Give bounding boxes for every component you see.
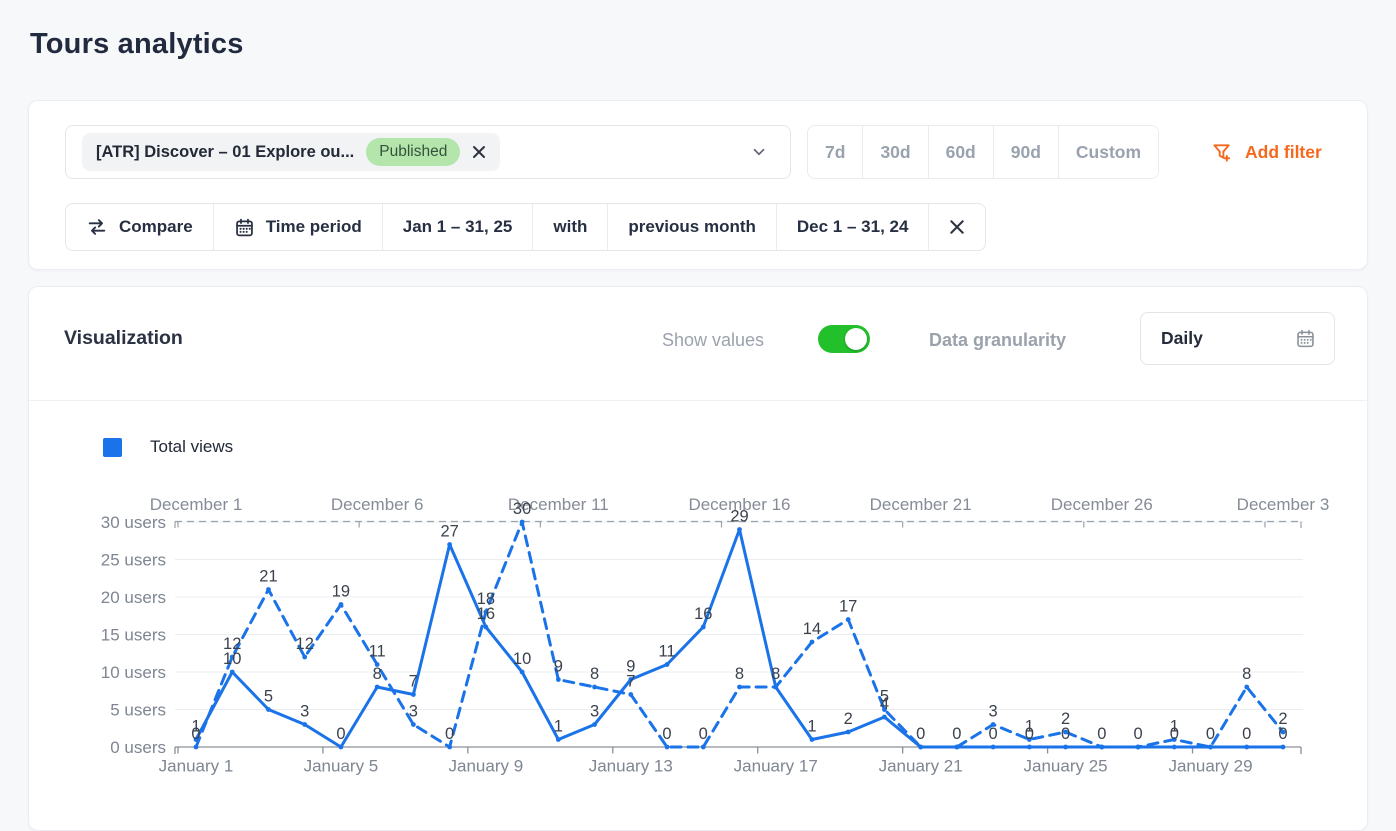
add-filter-label: Add filter [1245, 142, 1322, 163]
remove-compare-button[interactable] [928, 204, 985, 250]
page-title: Tours analytics [30, 28, 244, 61]
range-button-custom[interactable]: Custom [1058, 126, 1158, 178]
date-range-group: 7d30d60d90dCustom [807, 125, 1159, 179]
total-views-legend-label: Total views [150, 437, 233, 457]
divider [29, 400, 1367, 401]
visualization-title: Visualization [64, 327, 183, 350]
show-values-label: Show values [662, 330, 764, 351]
legend-item-total-views[interactable]: Total views [103, 437, 233, 457]
range-button-90d[interactable]: 90d [993, 126, 1058, 178]
show-values-toggle[interactable] [818, 325, 870, 353]
calendar-icon [234, 217, 255, 238]
compare-row: Compare Time period Jan 1 – 31, 25 with … [65, 203, 986, 251]
compare-period-value[interactable]: Dec 1 – 31, 24 [776, 204, 929, 250]
selected-tour-label: [ATR] Discover – 01 Explore ou... [96, 143, 354, 162]
compare-mode-value[interactable]: previous month [607, 204, 776, 250]
total-views-swatch [103, 438, 122, 457]
compare-connector: with [532, 204, 607, 250]
filters-card: [ATR] Discover – 01 Explore ou... Publis… [28, 100, 1368, 270]
granularity-value: Daily [1161, 328, 1203, 349]
tour-select-dropdown[interactable]: [ATR] Discover – 01 Explore ou... Publis… [65, 125, 791, 179]
data-granularity-label: Data granularity [929, 330, 1066, 351]
range-button-30d[interactable]: 30d [862, 126, 927, 178]
calendar-icon [1295, 328, 1316, 349]
selected-tour-chip[interactable]: [ATR] Discover – 01 Explore ou... Publis… [82, 133, 500, 171]
published-status-badge: Published [366, 138, 460, 166]
visualization-card [28, 286, 1368, 831]
time-period-label: Time period [266, 217, 362, 237]
compare-label: Compare [119, 217, 193, 237]
funnel-plus-icon [1211, 141, 1234, 164]
swap-horizontal-icon [86, 216, 108, 238]
remove-tour-icon[interactable] [472, 145, 486, 159]
granularity-select[interactable]: Daily [1140, 312, 1335, 365]
chevron-down-icon[interactable] [750, 143, 768, 161]
toggle-knob [845, 328, 867, 350]
time-period-button[interactable]: Time period [213, 204, 382, 250]
range-button-7d[interactable]: 7d [808, 126, 862, 178]
current-period-value[interactable]: Jan 1 – 31, 25 [382, 204, 533, 250]
compare-button[interactable]: Compare [66, 204, 213, 250]
range-button-60d[interactable]: 60d [928, 126, 993, 178]
add-filter-button[interactable]: Add filter [1211, 125, 1322, 179]
